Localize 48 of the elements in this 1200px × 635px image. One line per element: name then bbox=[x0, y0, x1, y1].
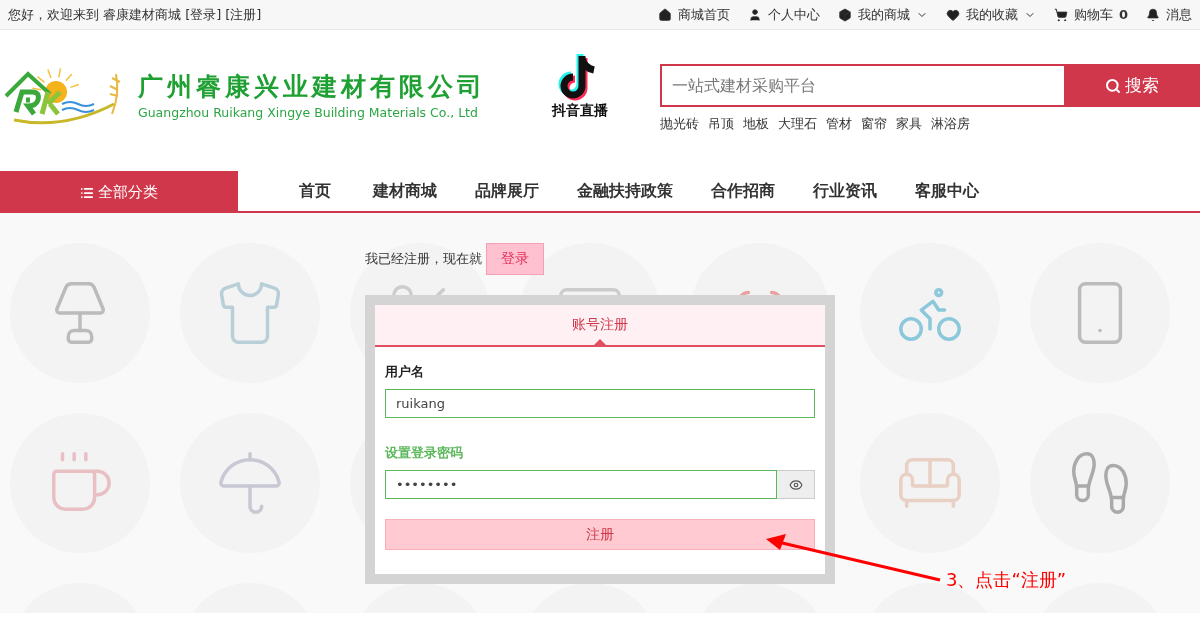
bell-icon bbox=[1146, 7, 1160, 22]
field-label: 设置登录密码 bbox=[385, 444, 464, 462]
list-icon bbox=[80, 185, 94, 200]
keyword-link[interactable]: 淋浴房 bbox=[931, 115, 970, 133]
annotation-text: 3、点击“注册” bbox=[946, 568, 1067, 592]
keyword-link[interactable]: 大理石 bbox=[778, 115, 817, 133]
login-link[interactable]: [登录] bbox=[185, 5, 222, 24]
top-nav-link[interactable]: 消息 bbox=[1146, 5, 1192, 24]
nav-link[interactable]: 合作招商 bbox=[692, 180, 794, 202]
live-label: 抖音直播 bbox=[552, 102, 608, 120]
form-tab[interactable]: 账号注册 bbox=[375, 305, 825, 347]
eye-icon bbox=[788, 477, 803, 492]
nav-link[interactable]: 行业资讯 bbox=[794, 180, 896, 202]
company-name: 广州睿康兴业建材有限公司 bbox=[138, 71, 486, 103]
field-label: 用户名 bbox=[385, 363, 425, 381]
cart-icon bbox=[1053, 7, 1068, 22]
keyword-link[interactable]: 地板 bbox=[743, 115, 769, 133]
heart-icon bbox=[945, 7, 960, 22]
top-nav-link[interactable]: 我的收藏 bbox=[945, 5, 1036, 24]
keyword-link[interactable]: 窗帘 bbox=[861, 115, 887, 133]
top-nav-link[interactable]: 商城首页 bbox=[657, 5, 730, 24]
nav-link[interactable]: 客服中心 bbox=[896, 180, 998, 202]
nav-link[interactable]: 建材商城 bbox=[354, 180, 456, 202]
show-password-button[interactable] bbox=[777, 470, 815, 499]
nav-link[interactable]: 金融扶持政策 bbox=[558, 180, 692, 202]
input-field[interactable]: •••••••• bbox=[385, 470, 777, 499]
home-icon bbox=[657, 7, 672, 22]
search-field[interactable]: 一站式建材采购平台 bbox=[660, 64, 1064, 107]
nav-link[interactable]: 品牌展厅 bbox=[456, 180, 558, 202]
keyword-link[interactable]: 家具 bbox=[896, 115, 922, 133]
input-field[interactable]: ruikang bbox=[385, 389, 815, 418]
user-icon bbox=[747, 7, 762, 22]
welcome-text: 您好，欢迎来到 睿康建材商城 bbox=[8, 5, 182, 24]
keyword-link[interactable]: 管材 bbox=[826, 115, 852, 133]
register-button[interactable]: 注册 bbox=[385, 519, 815, 550]
top-nav-link[interactable]: 购物车 0 bbox=[1053, 5, 1128, 24]
search-button[interactable]: 搜索 bbox=[1064, 64, 1200, 107]
keyword-link[interactable]: 抛光砖 bbox=[660, 115, 699, 133]
keyword-link[interactable]: 吊顶 bbox=[708, 115, 734, 133]
nav-link[interactable]: 首页 bbox=[276, 180, 354, 202]
all-categories-button[interactable]: 全部分类 bbox=[0, 171, 238, 211]
company-name-english: Guangzhou Ruikang Xingye Building Materials Co., Ltd bbox=[138, 105, 479, 120]
top-nav-link[interactable]: 个人中心 bbox=[747, 5, 820, 24]
login-prompt: 我已经注册，现在就 bbox=[365, 250, 482, 268]
box-icon bbox=[837, 7, 852, 22]
top-nav-link[interactable]: 我的商城 bbox=[837, 5, 928, 24]
register-link[interactable]: [注册] bbox=[225, 5, 262, 24]
search-icon bbox=[1105, 77, 1121, 94]
